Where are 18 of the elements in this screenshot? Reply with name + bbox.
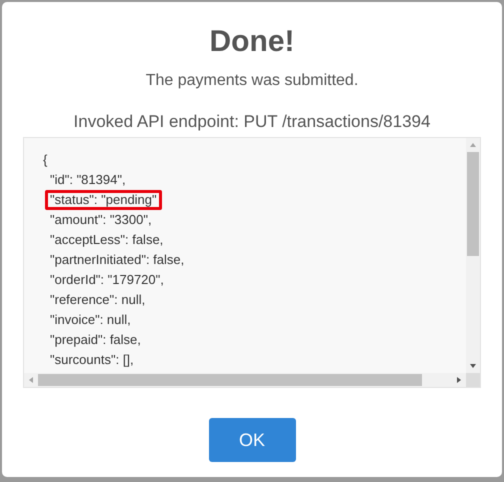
vertical-scrollbar[interactable] xyxy=(466,138,480,373)
horizontal-scrollbar[interactable] xyxy=(24,373,466,387)
code-line: "surcounts": [], xyxy=(49,351,135,369)
scrollbar-thumb[interactable] xyxy=(38,374,422,386)
code-line: "amount": "3300", xyxy=(49,211,153,229)
code-line: "acceptLess": false, xyxy=(49,231,164,249)
code-line: "reference": null, xyxy=(49,291,146,309)
code-line: "orderId": "179720", xyxy=(49,271,165,289)
code-line: "prepaid": false, xyxy=(49,331,142,349)
scrollbar-thumb[interactable] xyxy=(467,152,479,256)
code-line: "partnerInitiated": false, xyxy=(49,251,186,269)
endpoint-text: Invoked API endpoint: PUT /transactions/81394 xyxy=(74,111,430,133)
code-line: "id": "81394", xyxy=(49,171,127,189)
code-line: "invoice": null, xyxy=(49,311,132,329)
dialog-title: Done! xyxy=(210,24,294,60)
code-line: { xyxy=(42,151,48,169)
ok-button[interactable]: OK xyxy=(208,418,296,462)
dialog-message: The payments was submitted. xyxy=(146,71,358,91)
